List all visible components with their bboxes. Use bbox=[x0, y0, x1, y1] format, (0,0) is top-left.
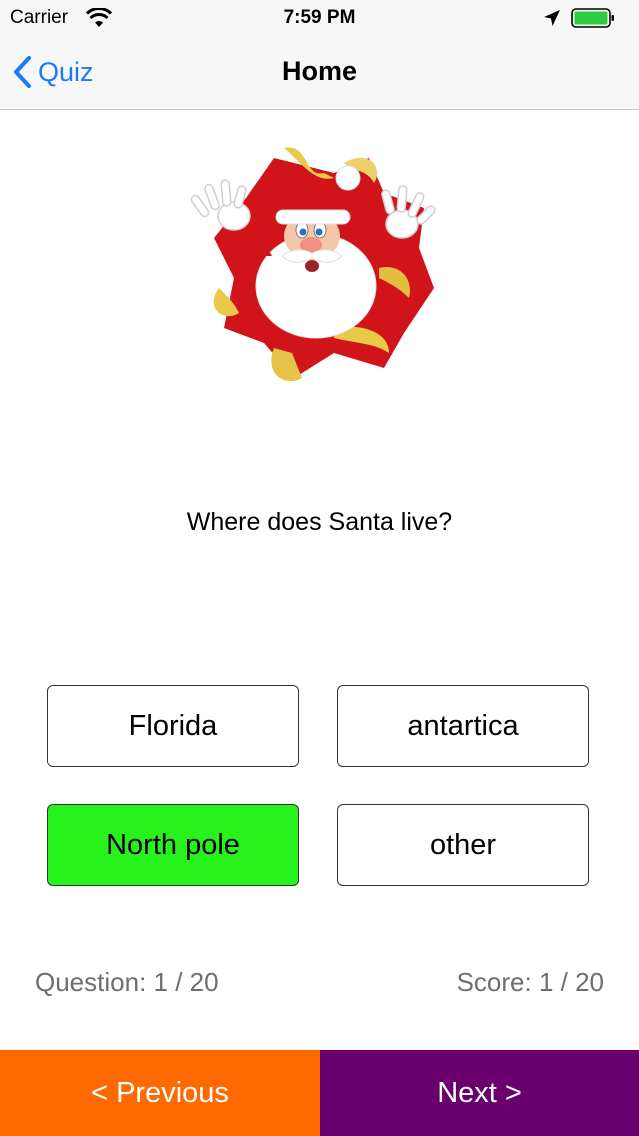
navigation-bar: Quiz Home bbox=[0, 36, 639, 110]
question-text: Where does Santa live? bbox=[186, 508, 453, 536]
status-bar: Carrier 7:59 PM bbox=[0, 0, 639, 36]
question-progress: Question: 1 / 20 bbox=[35, 967, 219, 997]
page-title: Home bbox=[281, 56, 357, 86]
answer-button-other[interactable]: other bbox=[337, 804, 589, 886]
answer-button-north-pole[interactable]: North pole bbox=[47, 804, 299, 886]
answer-button-antartica[interactable]: antartica bbox=[337, 685, 589, 767]
next-button[interactable]: Next > bbox=[320, 1050, 639, 1136]
location-arrow-icon bbox=[544, 10, 560, 26]
answer-button-florida[interactable]: Florida bbox=[47, 685, 299, 767]
score-label: Score: 1 / 20 bbox=[456, 967, 604, 997]
battery-icon bbox=[571, 8, 614, 28]
previous-button[interactable]: < Previous bbox=[0, 1050, 320, 1136]
santa-illustration bbox=[190, 147, 436, 382]
